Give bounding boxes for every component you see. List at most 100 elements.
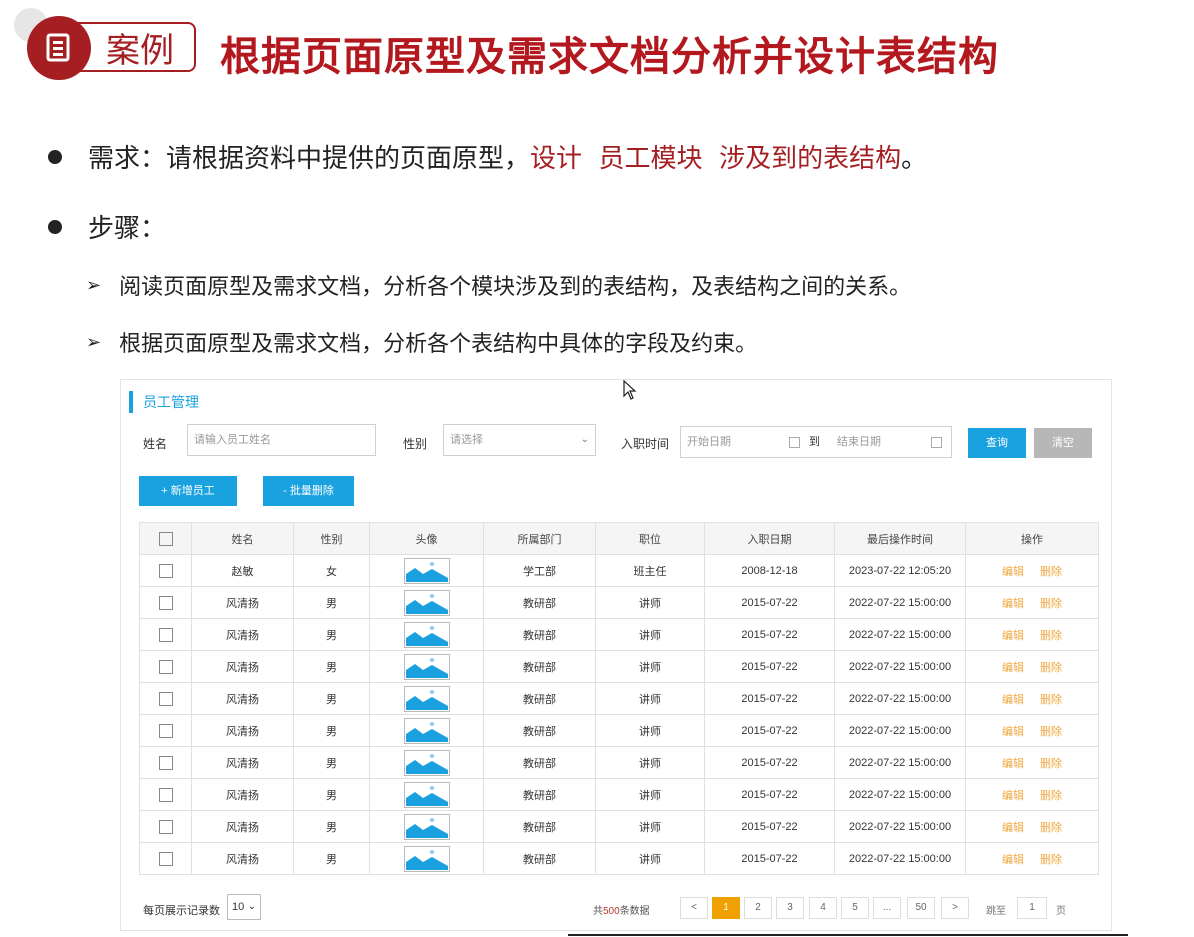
date-range-picker[interactable]: 开始日期 到 结束日期 xyxy=(680,426,952,458)
page-button-3[interactable]: 3 xyxy=(776,897,804,919)
row-checkbox[interactable] xyxy=(158,755,173,770)
page-button-1[interactable]: 1 xyxy=(712,897,740,919)
delete-link[interactable]: 删除 xyxy=(1040,630,1062,642)
cell-entry-date: 2015-07-22 xyxy=(704,778,835,811)
delete-link[interactable]: 删除 xyxy=(1040,822,1062,834)
delete-link[interactable]: 删除 xyxy=(1040,726,1062,738)
step-item-1: ➢ 阅读页面原型及需求文档，分析各个模块涉及到的表结构，及表结构之间的关系。 xyxy=(86,269,911,301)
page-size-value: 10 xyxy=(232,901,245,913)
edit-link[interactable]: 编辑 xyxy=(1002,726,1024,738)
steps-heading: 步骤： xyxy=(88,214,167,244)
row-select-cell[interactable] xyxy=(139,810,192,843)
edit-link[interactable]: 编辑 xyxy=(1002,598,1024,610)
column-header: 入职日期 xyxy=(704,522,835,555)
edit-link[interactable]: 编辑 xyxy=(1002,790,1024,802)
cell-name: 赵敏 xyxy=(191,554,294,587)
delete-link[interactable]: 删除 xyxy=(1040,662,1062,674)
row-checkbox[interactable] xyxy=(158,691,173,706)
row-checkbox[interactable] xyxy=(158,723,173,738)
jump-page-input[interactable]: 1 xyxy=(1017,897,1047,919)
cell-update-time: 2022-07-22 15:00:00 xyxy=(834,650,966,683)
page-size-select[interactable]: 10 ⌄ xyxy=(227,894,261,920)
edit-link[interactable]: 编辑 xyxy=(1002,854,1024,866)
row-checkbox[interactable] xyxy=(158,595,173,610)
cell-actions: 编辑 删除 xyxy=(965,842,1099,875)
cell-update-time: 2022-07-22 15:00:00 xyxy=(834,746,966,779)
cell-entry-date: 2008-12-18 xyxy=(704,554,835,587)
total-suffix: 条数据 xyxy=(619,906,650,917)
cell-job: 讲师 xyxy=(595,746,705,779)
end-date-input[interactable]: 结束日期 xyxy=(837,427,881,457)
add-employee-button[interactable]: + 新增员工 xyxy=(139,476,237,506)
column-header: 所属部门 xyxy=(483,522,596,555)
cell-avatar xyxy=(369,554,484,587)
slide-title: 根据页面原型及需求文档分析并设计表结构 xyxy=(220,34,999,80)
query-button[interactable]: 查询 xyxy=(968,428,1026,458)
edit-link[interactable]: 编辑 xyxy=(1002,758,1024,770)
cell-name: 风清扬 xyxy=(191,778,294,811)
row-checkbox[interactable] xyxy=(158,563,173,578)
table-row: 风清扬男教研部 讲师 2015-07-22 2022-07-22 15:00:00 编辑… xyxy=(139,650,1099,683)
table-row: 风清扬男教研部 讲师 2015-07-22 2022-07-22 15:00:00 编辑… xyxy=(139,682,1099,715)
cell-update-time: 2022-07-22 15:00:00 xyxy=(834,682,966,715)
cell-update-time: 2022-07-22 15:00:00 xyxy=(834,586,966,619)
gender-select[interactable]: 请选择 ⌄ xyxy=(443,424,596,456)
delete-link[interactable]: 删除 xyxy=(1040,598,1062,610)
arrow-bullet-icon: ➢ xyxy=(86,274,102,296)
edit-link[interactable]: 编辑 xyxy=(1002,662,1024,674)
edit-link[interactable]: 编辑 xyxy=(1002,822,1024,834)
row-select-cell[interactable] xyxy=(139,554,192,587)
row-select-cell[interactable] xyxy=(139,714,192,747)
column-header: 操作 xyxy=(965,522,1099,555)
row-select-cell[interactable] xyxy=(139,746,192,779)
cell-gender: 男 xyxy=(293,586,370,619)
edit-link[interactable]: 编辑 xyxy=(1002,566,1024,578)
cell-name: 风清扬 xyxy=(191,810,294,843)
start-date-input[interactable]: 开始日期 xyxy=(687,436,731,448)
row-select-cell[interactable] xyxy=(139,618,192,651)
cell-department: 教研部 xyxy=(483,842,596,875)
delete-link[interactable]: 删除 xyxy=(1040,566,1062,578)
avatar-image-icon xyxy=(403,621,450,648)
chevron-down-icon: ⌄ xyxy=(580,434,589,445)
name-search-input[interactable]: 请输入员工姓名 xyxy=(187,424,376,456)
row-checkbox[interactable] xyxy=(158,627,173,642)
delete-link[interactable]: 删除 xyxy=(1040,758,1062,770)
clear-button[interactable]: 清空 xyxy=(1034,428,1092,458)
edit-link[interactable]: 编辑 xyxy=(1002,630,1024,642)
prev-page-button[interactable]: < xyxy=(680,897,708,919)
column-header: 职位 xyxy=(595,522,705,555)
cell-name: 风清扬 xyxy=(191,586,294,619)
row-checkbox[interactable] xyxy=(158,659,173,674)
next-page-button[interactable]: > xyxy=(941,897,969,919)
cell-department: 教研部 xyxy=(483,778,596,811)
total-count: 共500条数据 xyxy=(593,902,650,917)
delete-link[interactable]: 删除 xyxy=(1040,694,1062,706)
row-select-cell[interactable] xyxy=(139,682,192,715)
select-all-checkbox[interactable] xyxy=(158,531,173,546)
page-button-2[interactable]: 2 xyxy=(744,897,772,919)
page-button-4[interactable]: 4 xyxy=(809,897,837,919)
case-tag-label: 案例 xyxy=(106,30,174,71)
cell-avatar xyxy=(369,618,484,651)
row-checkbox[interactable] xyxy=(158,851,173,866)
delete-link[interactable]: 删除 xyxy=(1040,854,1062,866)
page-button-50[interactable]: 50 xyxy=(907,897,935,919)
delete-link[interactable]: 删除 xyxy=(1040,790,1062,802)
row-select-cell[interactable] xyxy=(139,842,192,875)
row-select-cell[interactable] xyxy=(139,650,192,683)
row-checkbox[interactable] xyxy=(158,787,173,802)
page-button-5[interactable]: 5 xyxy=(841,897,869,919)
gender-select-value: 请选择 xyxy=(450,434,483,446)
batch-delete-button[interactable]: - 批量删除 xyxy=(263,476,354,506)
edit-link[interactable]: 编辑 xyxy=(1002,694,1024,706)
table-header-row: 姓名 性别 头像 所属部门 职位 入职日期 最后操作时间 操作 xyxy=(139,522,1099,555)
avatar-image-icon xyxy=(403,845,450,872)
row-select-cell[interactable] xyxy=(139,586,192,619)
row-checkbox[interactable] xyxy=(158,819,173,834)
select-all-cell[interactable] xyxy=(139,522,192,555)
row-select-cell[interactable] xyxy=(139,778,192,811)
cell-name: 风清扬 xyxy=(191,650,294,683)
cell-actions: 编辑 删除 xyxy=(965,682,1099,715)
cell-actions: 编辑 删除 xyxy=(965,810,1099,843)
